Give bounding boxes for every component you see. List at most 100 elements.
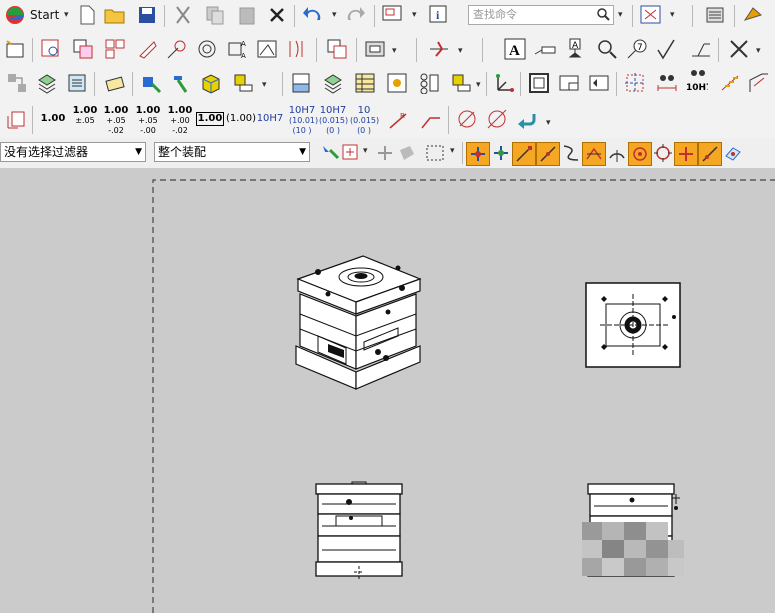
start-dropdown-icon[interactable]: ▾ (64, 10, 69, 20)
diameter-dimension-icon[interactable] (456, 108, 478, 130)
layer-settings-icon[interactable] (322, 72, 344, 94)
edit-component-icon[interactable] (104, 72, 126, 94)
tabular-note-icon[interactable] (588, 72, 610, 94)
open-folder-icon[interactable] (104, 4, 126, 26)
auto-balloon-icon[interactable] (418, 72, 440, 94)
edit-section-line-icon[interactable] (428, 38, 450, 60)
dim-format-bilateral[interactable]: 1.00 ±.05 (72, 106, 98, 126)
mold-table-icon[interactable] (450, 72, 472, 94)
new-file-icon[interactable] (76, 4, 98, 26)
start-logo-icon[interactable] (4, 4, 26, 26)
surface-finish-icon[interactable] (656, 38, 678, 60)
paste-icon[interactable] (236, 4, 258, 26)
snap-quadrant-icon[interactable] (652, 142, 674, 164)
hole-dimension-icon[interactable] (656, 72, 678, 94)
datum-feature-icon[interactable]: A (564, 38, 586, 60)
mold-hammer-icon[interactable] (170, 72, 192, 94)
coordinate-system-icon[interactable] (492, 72, 514, 94)
layer-stack-icon[interactable] (704, 4, 726, 26)
fit-tolerance-icon[interactable]: 10H7 (686, 69, 708, 93)
undo-dropdown-icon[interactable]: ▾ (332, 10, 337, 20)
side-view[interactable] (582, 480, 686, 590)
break-view-icon[interactable] (286, 38, 308, 60)
select-dropdown-icon[interactable]: ▾ (412, 10, 417, 20)
section-line-dropdown-icon[interactable]: ▾ (458, 46, 463, 56)
snap-control-point-icon[interactable] (560, 142, 582, 164)
fit-view-icon[interactable] (640, 4, 662, 26)
add-component-icon[interactable] (36, 72, 58, 94)
component-list-icon[interactable] (66, 72, 88, 94)
assembly-scope-select[interactable]: 整个装配 ▼ (154, 142, 310, 162)
cut-icon[interactable] (172, 4, 194, 26)
view-boundary-icon[interactable] (364, 38, 386, 60)
copy-icon[interactable] (204, 4, 226, 26)
information-icon[interactable]: i (428, 4, 450, 26)
mold-design-icon[interactable] (140, 72, 162, 94)
assembly-constraints-icon[interactable] (6, 72, 28, 94)
snap-endpoint-icon[interactable] (512, 142, 536, 166)
dim-format-fit-tolerance[interactable]: 10H7 (0.015) (0 ) (318, 106, 348, 136)
type-filter-icon[interactable] (340, 142, 362, 164)
row2-overflow-icon[interactable]: ▾ (756, 46, 761, 56)
radius-dimension-icon[interactable]: R (388, 108, 410, 130)
snap-midpoint-icon[interactable] (536, 142, 560, 166)
weld-symbol-icon[interactable] (690, 38, 712, 60)
redo-icon[interactable] (344, 4, 366, 26)
text-annotation-icon[interactable]: A (504, 38, 526, 60)
snap-existing-point-icon[interactable] (674, 142, 698, 166)
broken-view-icon[interactable] (196, 38, 218, 60)
rectangle-select-dropdown-icon[interactable]: ▾ (450, 146, 455, 156)
dim-format-nominal[interactable]: 1.00 (40, 114, 66, 124)
snap-centroid-icon[interactable] (490, 142, 512, 164)
add-filter-icon[interactable] (374, 142, 396, 164)
zoom-symbol-icon[interactable] (596, 38, 618, 60)
chamfer-dimension-icon[interactable] (748, 72, 770, 94)
balloon-list-icon[interactable] (386, 72, 408, 94)
dim-format-limits-3[interactable]: 1.00 +.00 -.02 (166, 106, 194, 136)
section-view-icon[interactable] (136, 38, 158, 60)
snap-on-curve-icon[interactable] (698, 142, 722, 166)
table-dropdown-icon[interactable]: ▾ (476, 80, 481, 90)
centerline-icon[interactable] (624, 72, 646, 94)
new-sheet-icon[interactable] (4, 38, 26, 60)
general-selection-icon[interactable] (320, 142, 342, 164)
save-icon[interactable] (136, 4, 158, 26)
select-window-icon[interactable] (382, 4, 404, 26)
border-icon[interactable] (528, 72, 550, 94)
title-block-icon[interactable] (558, 72, 580, 94)
start-menu-button[interactable]: Start (30, 8, 59, 22)
deselect-icon[interactable] (396, 142, 418, 164)
search-dropdown-icon[interactable]: ▾ (618, 10, 623, 20)
dim-format-limits-1[interactable]: 1.00 +.05 -.02 (102, 106, 130, 136)
base-view-icon[interactable] (40, 38, 62, 60)
search-icon[interactable] (596, 7, 610, 27)
return-arrow-icon[interactable] (516, 108, 538, 130)
id-symbol-icon[interactable]: 7 (626, 38, 648, 60)
crop-view-icon[interactable] (256, 38, 278, 60)
update-view-icon[interactable] (326, 38, 348, 60)
drawing-template-icon[interactable] (290, 72, 312, 94)
drawing-canvas[interactable] (0, 168, 775, 613)
dim-format-basic[interactable]: 1.00 (196, 112, 224, 126)
delete-icon[interactable] (266, 4, 288, 26)
dim-format-reference[interactable]: (1.00) (226, 114, 256, 124)
dim-format-fit[interactable]: 10H7 (256, 114, 284, 124)
ordinate-dimension-icon[interactable] (720, 72, 742, 94)
rectangle-select-icon[interactable] (424, 142, 446, 164)
mold-dropdown-icon[interactable]: ▾ (262, 80, 267, 90)
front-view[interactable] (312, 480, 406, 590)
mold-block-icon[interactable] (200, 72, 222, 94)
projected-view-icon[interactable] (72, 38, 94, 60)
detail-view-icon[interactable] (166, 38, 188, 60)
row4-overflow-icon[interactable]: ▾ (546, 118, 551, 128)
intersection-symbol-icon[interactable] (728, 38, 750, 60)
snap-circle-center-icon[interactable] (628, 142, 652, 166)
dimension-style-icon[interactable] (6, 108, 28, 130)
undo-icon[interactable] (302, 4, 324, 26)
feature-control-frame-icon[interactable] (534, 38, 556, 60)
dim-format-limits-2[interactable]: 1.00 +.05 -.00 (134, 106, 162, 136)
auxiliary-view-icon[interactable]: AA (226, 38, 248, 60)
command-search-input[interactable]: 查找命令 (468, 5, 614, 25)
dim-format-fit-limits[interactable]: 10H7 (10.01) (10 ) (288, 106, 318, 136)
view-boundary-dropdown-icon[interactable]: ▾ (392, 46, 397, 56)
